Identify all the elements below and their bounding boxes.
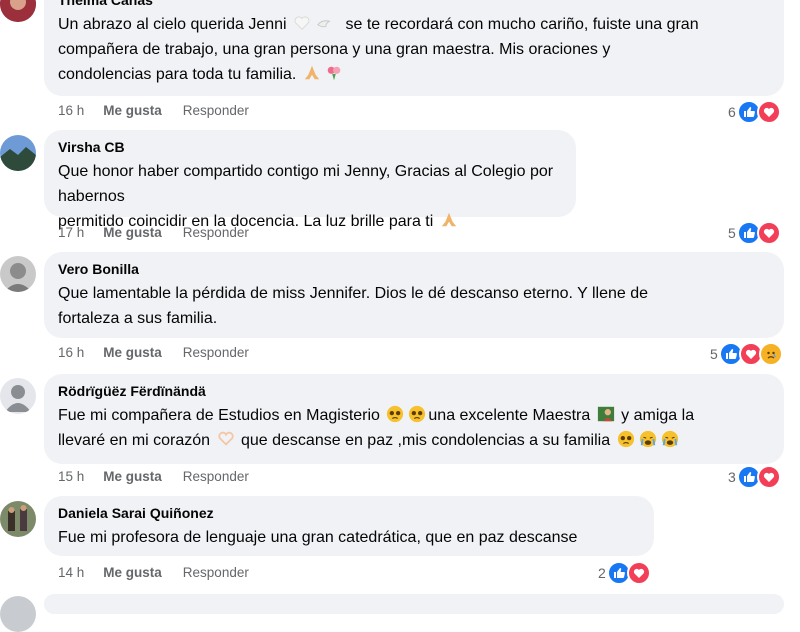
love-reaction-icon: [756, 465, 781, 489]
comment-text-part: que descanse en paz ,mis condolencias a …: [240, 432, 611, 449]
comment-author[interactable]: Thelma Cañas: [58, 0, 770, 9]
next-comment-bubble-edge: [44, 594, 784, 614]
comment-text-part: Fue mi compañera de Estudios en Magister…: [58, 407, 380, 424]
comment-actions: 14 h Me gusta Responder: [58, 562, 249, 582]
comment-text: Que lamentable la pérdida de miss Jennif…: [58, 281, 770, 331]
sad-reaction-icon: [758, 342, 783, 366]
reaction-summary[interactable]: 3: [728, 465, 781, 489]
comment-text-part: compañera de trabajo, una gran persona y…: [58, 41, 611, 58]
avatar[interactable]: [0, 0, 36, 22]
comment-text-part: Fue mi profesora de lenguaje una gran ca…: [58, 529, 578, 546]
reaction-count: 2: [598, 565, 606, 581]
comment-timestamp[interactable]: 17 h: [58, 225, 84, 240]
reaction-count: 5: [728, 225, 736, 241]
love-reaction-icon: [756, 100, 781, 124]
comment-bubble: Daniela Sarai Quiñonez Fue mi profesora …: [44, 496, 654, 556]
reaction-count: 5: [710, 346, 718, 362]
comment-text-part: se te recordará con mucho cariño, fuiste…: [345, 16, 699, 33]
white-heart-icon: [294, 16, 310, 30]
comment-timestamp[interactable]: 16 h: [58, 103, 84, 118]
reply-button[interactable]: Responder: [183, 565, 249, 580]
reaction-count: 3: [728, 469, 736, 485]
love-reaction-icon: [626, 561, 651, 585]
comment-text-part: y amiga la: [621, 407, 695, 424]
love-reaction-icon: [756, 221, 781, 245]
comment-text-part: Que lamentable la pérdida de miss Jennif…: [58, 285, 648, 302]
avatar[interactable]: [0, 378, 36, 414]
comment-actions: 16 h Me gusta Responder: [58, 100, 249, 120]
like-button[interactable]: Me gusta: [103, 345, 162, 360]
like-button[interactable]: Me gusta: [103, 469, 162, 484]
reaction-summary[interactable]: 6: [728, 100, 781, 124]
comment-text-part: llevaré en mi corazón: [58, 432, 211, 449]
teacher-icon: [597, 406, 614, 422]
comment-actions: 15 h Me gusta Responder: [58, 466, 249, 486]
comment-author[interactable]: Virsha CB: [58, 138, 562, 156]
pleading-face-icon: [617, 430, 634, 448]
like-button[interactable]: Me gusta: [103, 103, 162, 118]
comment-timestamp[interactable]: 15 h: [58, 469, 84, 484]
like-button[interactable]: Me gusta: [103, 565, 162, 580]
avatar[interactable]: [0, 135, 36, 171]
pleading-face-icon: [409, 405, 426, 423]
comment-timestamp[interactable]: 16 h: [58, 345, 84, 360]
comment-author[interactable]: Vero Bonilla: [58, 260, 770, 278]
comment-text: Un abrazo al cielo querida Jenni se te r…: [58, 12, 770, 87]
like-button[interactable]: Me gusta: [103, 225, 162, 240]
reply-button[interactable]: Responder: [183, 345, 249, 360]
comment-text-part: fortaleza a sus familia.: [58, 310, 218, 327]
bouquet-icon: [327, 66, 341, 81]
praying-hands-icon: [441, 212, 456, 227]
comment-text-part: una excelente Maestra: [428, 407, 591, 424]
reaction-summary[interactable]: 5: [728, 221, 781, 245]
comment-text: Fue mi profesora de lenguaje una gran ca…: [58, 525, 640, 550]
crying-face-icon: [639, 430, 656, 448]
comment-text-part: condolencias para toda tu familia.: [58, 66, 297, 83]
comment-text-part: Un abrazo al cielo querida Jenni: [58, 16, 287, 33]
avatar[interactable]: [0, 501, 36, 537]
comment-actions: 16 h Me gusta Responder: [58, 342, 249, 362]
comment-bubble: Virsha CB Que honor haber compartido con…: [44, 130, 576, 230]
reaction-count: 6: [728, 104, 736, 120]
reaction-summary[interactable]: 5: [710, 342, 783, 366]
reply-button[interactable]: Responder: [183, 469, 249, 484]
reaction-summary[interactable]: 2: [598, 561, 651, 585]
avatar[interactable]: [0, 256, 36, 292]
comment-bubble: Vero Bonilla Que lamentable la pérdida d…: [44, 252, 784, 338]
comment-author[interactable]: Rödrïgüëz Fërdïnändä: [58, 382, 770, 400]
heart-hands-icon: [217, 431, 234, 446]
comment-actions: 17 h Me gusta Responder: [58, 222, 249, 242]
next-comment-avatar-edge: [0, 596, 36, 632]
dove-icon: [317, 20, 331, 28]
pleading-face-icon: [387, 405, 404, 423]
comment-bubble: Rödrïgüëz Fërdïnändä Fue mi compañera de…: [44, 374, 784, 464]
comment-author[interactable]: Daniela Sarai Quiñonez: [58, 504, 640, 522]
reply-button[interactable]: Responder: [183, 103, 249, 118]
comment-text: Fue mi compañera de Estudios en Magister…: [58, 403, 770, 453]
reply-button[interactable]: Responder: [183, 225, 249, 240]
comment-timestamp[interactable]: 14 h: [58, 565, 84, 580]
crying-face-icon: [661, 430, 678, 448]
comment-bubble: Thelma Cañas Un abrazo al cielo querida …: [44, 0, 784, 96]
comment-text-part: Que honor haber compartido contigo mi Je…: [58, 163, 554, 205]
praying-hands-icon: [304, 65, 320, 80]
